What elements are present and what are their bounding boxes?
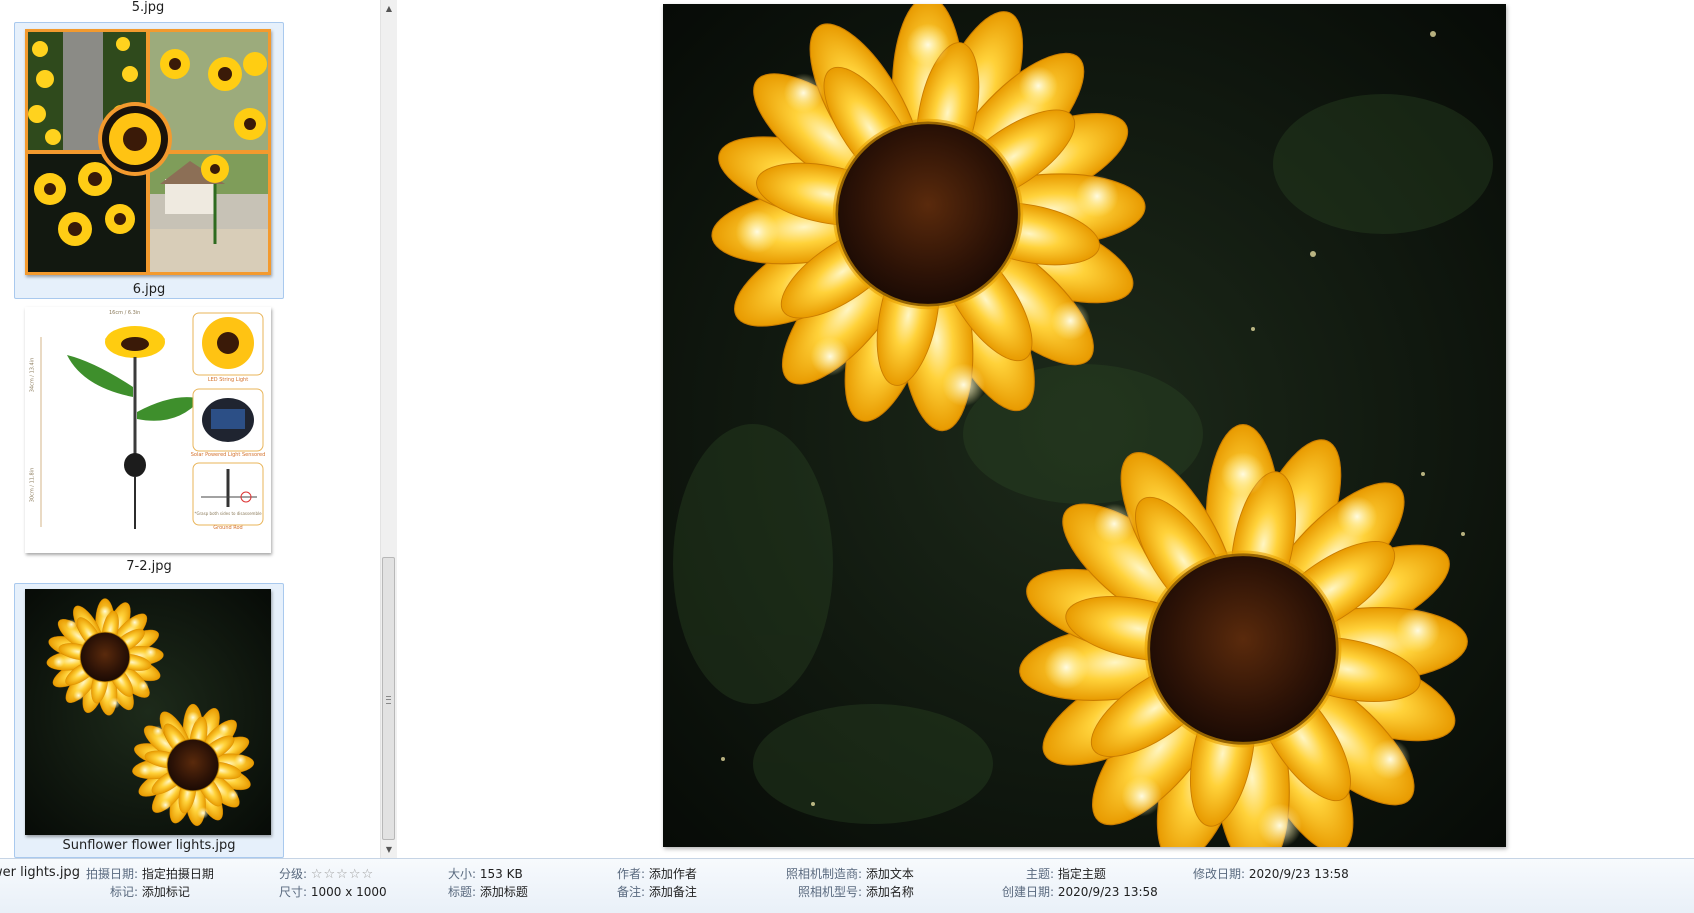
modified-date-field: 修改日期: 2020/9/23 13:58 xyxy=(1193,865,1349,882)
comments-value[interactable]: 添加备注 xyxy=(649,885,697,899)
thumbnail-image-6[interactable] xyxy=(25,29,271,275)
camera-model-label: 照相机型号: xyxy=(798,885,863,899)
date-taken-label: 拍摄日期: xyxy=(86,867,139,881)
product-diagram-image xyxy=(40,312,264,529)
subject-label: 主题: xyxy=(1026,867,1055,881)
preview-image[interactable] xyxy=(663,4,1506,847)
scroll-thumb[interactable] xyxy=(382,557,395,840)
thumbnail-caption-sunflower-lights: Sunflower flower lights.jpg xyxy=(62,838,236,853)
label-lower-height: 30cm / 11.8in xyxy=(29,467,36,503)
thumbnail-image-7-2[interactable]: 16cm / 6.3in 34cm / 13.4in 30cm / 11.8in… xyxy=(25,307,271,553)
label-rod-note: *Grasp both sides to disassemble xyxy=(194,511,262,516)
camera-model-field[interactable]: 照相机型号: 添加名称 xyxy=(798,883,914,900)
comments-field[interactable]: 备注: 添加备注 xyxy=(617,883,697,900)
sunflower-lights-preview xyxy=(663,4,1506,847)
thumbnail-caption-5[interactable]: 5.jpg xyxy=(18,0,278,15)
thumbnail-item-7-2[interactable]: 16cm / 6.3in 34cm / 13.4in 30cm / 11.8in… xyxy=(14,306,284,582)
thumbnail-caption-7-2: 7-2.jpg xyxy=(126,559,172,574)
subject-field[interactable]: 主题: 指定主题 xyxy=(1026,865,1106,882)
tags-label: 标记: xyxy=(110,885,139,899)
subject-value[interactable]: 指定主题 xyxy=(1058,867,1106,881)
title-field[interactable]: 标题: 添加标题 xyxy=(448,883,528,900)
rating-label: 分级: xyxy=(279,867,308,881)
comments-label: 备注: xyxy=(617,885,646,899)
rating-field[interactable]: 分级: ☆☆☆☆☆ xyxy=(279,865,374,882)
camera-maker-value[interactable]: 添加文本 xyxy=(866,867,914,881)
details-filename: wer lights.jpg xyxy=(0,865,80,880)
grip-icon xyxy=(386,696,391,704)
label-rod: Ground Rod xyxy=(213,525,243,531)
details-bar: wer lights.jpg 拍摄日期: 指定拍摄日期 标记: 添加标记 分级:… xyxy=(0,858,1694,913)
scroll-up-arrow-icon[interactable]: ▲ xyxy=(381,0,397,17)
label-led: LED String Light xyxy=(207,377,249,383)
thumbnail-item-6[interactable]: 6.jpg xyxy=(14,22,284,299)
size-field: 大小: 153 KB xyxy=(448,865,523,882)
camera-model-value[interactable]: 添加名称 xyxy=(866,885,914,899)
size-label: 大小: xyxy=(448,867,477,881)
modified-date-value: 2020/9/23 13:58 xyxy=(1248,867,1349,881)
author-value[interactable]: 添加作者 xyxy=(649,867,697,881)
thumbnail-pane: 5.jpg 6.jpg 16cm / 6.3in 34cm / 13.4in 3… xyxy=(0,0,380,858)
tags-value[interactable]: 添加标记 xyxy=(142,885,190,899)
author-field[interactable]: 作者: 添加作者 xyxy=(617,865,697,882)
created-date-label: 创建日期: xyxy=(1002,885,1055,899)
label-upper-height: 34cm / 13.4in xyxy=(29,357,36,393)
scroll-down-arrow-icon[interactable]: ▼ xyxy=(381,841,397,858)
dimensions-value: 1000 x 1000 xyxy=(310,885,387,899)
size-value: 153 KB xyxy=(479,867,523,881)
collage-sunflower-image xyxy=(28,32,268,272)
dimensions-label: 尺寸: xyxy=(279,885,308,899)
thumbnail-image-sunflower-lights[interactable] xyxy=(25,589,271,835)
title-label: 标题: xyxy=(448,885,477,899)
camera-maker-label: 照相机制造商: xyxy=(786,867,863,881)
author-label: 作者: xyxy=(617,867,646,881)
vertical-scrollbar[interactable]: ▲ ▼ xyxy=(380,0,397,858)
created-date-field: 创建日期: 2020/9/23 13:58 xyxy=(1002,883,1158,900)
thumbnail-caption-6: 6.jpg xyxy=(132,282,166,297)
modified-date-label: 修改日期: xyxy=(1193,867,1246,881)
rating-star-icons[interactable]: ☆☆☆☆☆ xyxy=(311,867,374,882)
date-taken-value[interactable]: 指定拍摄日期 xyxy=(142,867,214,881)
title-value[interactable]: 添加标题 xyxy=(480,885,528,899)
created-date-value: 2020/9/23 13:58 xyxy=(1057,885,1158,899)
preview-pane xyxy=(397,0,1694,858)
dimensions-field: 尺寸: 1000 x 1000 xyxy=(279,883,387,900)
tags-field[interactable]: 标记: 添加标记 xyxy=(110,883,190,900)
label-solar: Solar Powered Light Sensored xyxy=(190,452,266,458)
date-taken-field[interactable]: 拍摄日期: 指定拍摄日期 xyxy=(86,865,214,882)
camera-maker-field[interactable]: 照相机制造商: 添加文本 xyxy=(786,865,914,882)
thumbnail-item-sunflower-lights[interactable]: Sunflower flower lights.jpg xyxy=(14,583,284,858)
label-width: 16cm / 6.3in xyxy=(109,310,141,316)
sunflower-lights-thumbnail xyxy=(25,589,271,835)
